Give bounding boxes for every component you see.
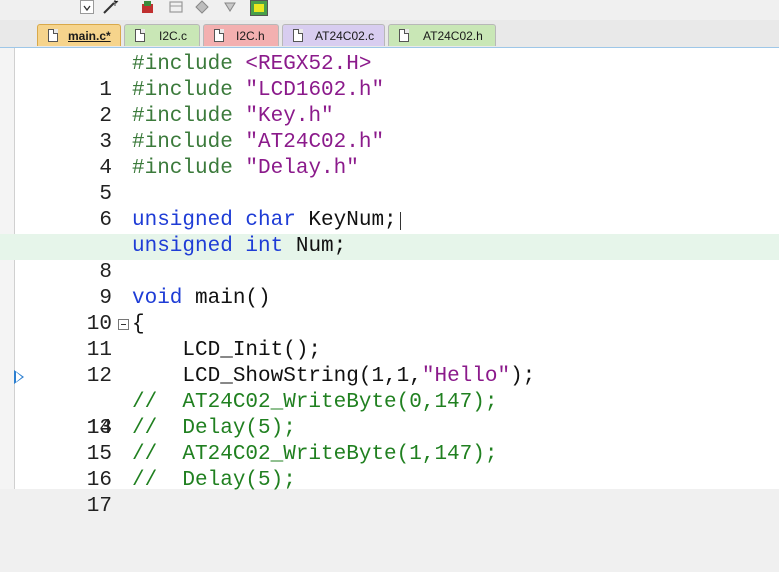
bookmark-arrow-icon xyxy=(14,370,24,384)
document-icon xyxy=(135,29,145,42)
code-line[interactable]: 5 #include "Delay.h" xyxy=(0,156,779,206)
collapse-icon[interactable] xyxy=(118,319,129,330)
code-line-current[interactable]: 8 unsigned int Num; xyxy=(0,234,779,284)
tab-label: I2C.c xyxy=(159,29,188,43)
code-line[interactable]: 10 void main() xyxy=(0,286,779,336)
code-text: #include <REGX52.H> xyxy=(132,53,372,76)
document-icon xyxy=(293,29,303,42)
code-text: unsigned char KeyNum; xyxy=(132,209,397,232)
code-line[interactable]: 6 xyxy=(0,182,779,232)
dropdown-icon[interactable] xyxy=(222,0,238,14)
tab-at24c02-h[interactable]: AT24C02.h xyxy=(388,24,496,46)
code-line[interactable]: 9 xyxy=(0,260,779,310)
code-text: void main() xyxy=(132,287,271,310)
code-line[interactable]: 16 // AT24C02_WriteByte(1,147); xyxy=(0,442,779,492)
line-number: 17 xyxy=(86,495,112,518)
document-icon xyxy=(48,29,58,42)
code-line[interactable]: 1 #include <REGX52.H> xyxy=(0,52,779,102)
tab-at24c02-c[interactable]: AT24C02.c xyxy=(282,24,385,46)
code-comment: // AT24C02_WriteByte(0,147); xyxy=(132,391,498,414)
code-line[interactable]: 7 unsigned char KeyNum; xyxy=(0,208,779,258)
code-text: LCD_Init(); xyxy=(132,339,322,362)
code-line[interactable]: 14 // AT24C02_WriteByte(0,147); xyxy=(0,390,779,440)
code-comment: // AT24C02_WriteByte(1,147); xyxy=(132,443,498,466)
file-tabs: main.c* I2C.c I2C.h AT24C02.c AT24C02.h xyxy=(0,20,779,48)
tab-label: AT24C02.c xyxy=(315,29,375,43)
code-text: { xyxy=(132,313,145,336)
code-line[interactable]: 3 #include "Key.h" xyxy=(0,104,779,154)
code-text: LCD_ShowString(1,1,"Hello"); xyxy=(132,365,536,388)
dropdown-arrow-icon[interactable] xyxy=(80,0,94,14)
magic-wand-icon[interactable] xyxy=(102,0,119,14)
code-comment: // Delay(5); xyxy=(132,417,296,440)
code-text: #include "AT24C02.h" xyxy=(132,131,385,154)
code-text: #include "Delay.h" xyxy=(132,157,359,180)
code-text: #include "LCD1602.h" xyxy=(132,79,385,102)
code-line[interactable]: 15 // Delay(5); xyxy=(0,416,779,466)
code-editor[interactable]: 1 #include <REGX52.H> 2 #include "LCD160… xyxy=(0,48,779,518)
options-icon[interactable] xyxy=(250,0,268,16)
document-icon xyxy=(214,29,224,42)
tab-label: I2C.h xyxy=(236,29,265,43)
diamond-icon[interactable] xyxy=(194,0,210,14)
tab-label: main.c* xyxy=(68,29,111,43)
code-text: unsigned int Num; xyxy=(132,235,347,258)
code-line[interactable]: 12 LCD_Init(); xyxy=(0,338,779,388)
code-line[interactable]: 17 // Delay(5); xyxy=(0,468,779,518)
code-line[interactable]: 2 #include "LCD1602.h" xyxy=(0,78,779,128)
window-icon[interactable] xyxy=(168,0,184,14)
config-icon[interactable] xyxy=(140,0,156,14)
tab-label: AT24C02.h xyxy=(423,29,483,43)
toolbar xyxy=(0,0,779,18)
tab-i2c-h[interactable]: I2C.h xyxy=(203,24,279,46)
code-comment: // Delay(5); xyxy=(132,469,296,492)
code-text: #include "Key.h" xyxy=(132,105,334,128)
code-line[interactable]: 13 LCD_ShowString(1,1,"Hello"); xyxy=(0,364,779,440)
code-line[interactable]: 4 #include "AT24C02.h" xyxy=(0,130,779,180)
tab-main-c[interactable]: main.c* xyxy=(37,24,121,46)
text-cursor xyxy=(400,212,401,230)
document-icon xyxy=(399,29,409,42)
code-line[interactable]: 11 { xyxy=(0,312,779,362)
tab-i2c-c[interactable]: I2C.c xyxy=(124,24,200,46)
